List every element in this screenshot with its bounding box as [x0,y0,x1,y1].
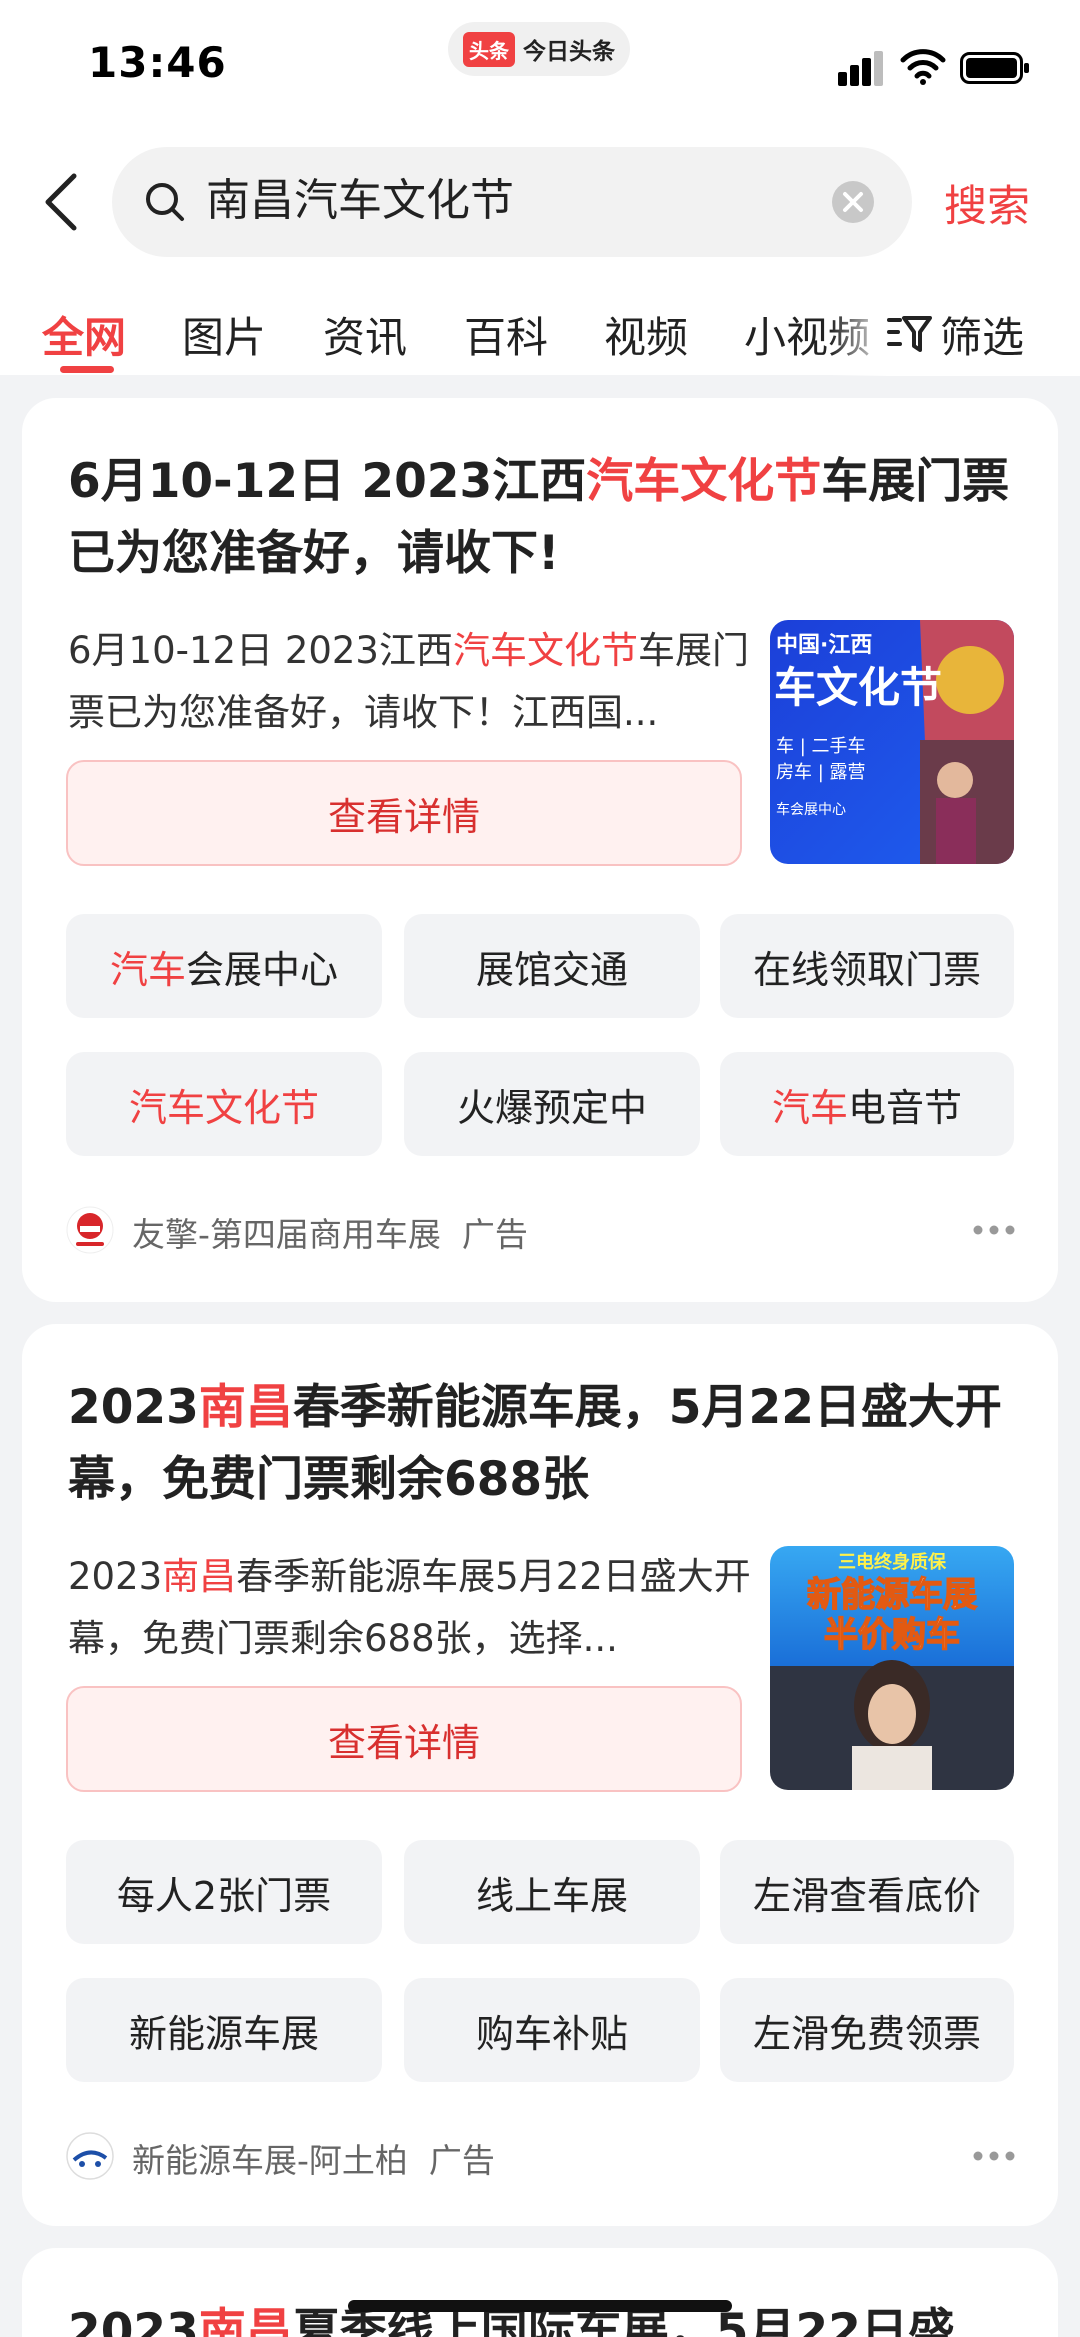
quick-link-chip[interactable]: 汽车 会展中心 [66,914,382,1018]
quick-link-chip[interactable]: 新能源车展 [66,1978,382,2082]
result-tabs: 全网 图片 资讯 百科 视频 小视频 筛选 [0,296,1080,376]
tab-encyclopedia[interactable]: 百科 [464,304,548,365]
quick-link-chip[interactable]: 左滑查看底价 [720,1840,1014,1944]
back-arrow-icon[interactable] [36,170,86,234]
advertiser-name[interactable]: 新能源车展-阿土柏 广告 [132,2134,495,2182]
search-input[interactable]: 南昌汽车文化节 [206,171,514,231]
ad-result-card[interactable]: 2023南昌春季新能源车展，5月22日盛大开幕，免费门票剩余688张 2023南… [22,1324,1058,2226]
result-snippet: 6月10-12日 2023江西汽车文化节车展门票已为您准备好，请收下！江西国..… [68,629,749,734]
cellular-signal-icon [838,51,883,86]
tab-videos[interactable]: 视频 [604,304,688,365]
search-icon [146,183,184,221]
more-options-icon[interactable] [972,2150,1016,2162]
app-source-pill[interactable]: 头条 今日头条 [448,22,630,76]
home-indicator[interactable] [348,2300,732,2312]
clear-search-icon[interactable] [830,179,876,225]
app-badge: 头条 [463,31,515,67]
result-thumbnail[interactable]: 三电终身质保 新能源车展 半价购车 [770,1546,1014,1790]
advertiser-logo-icon[interactable] [66,2132,114,2180]
svg-text:半价购车: 半价购车 [824,1615,960,1655]
status-time: 13:46 [88,38,227,87]
svg-text:三电终身质保: 三电终身质保 [838,1551,947,1573]
app-name: 今日头条 [523,39,615,65]
wifi-icon [900,49,946,85]
ad-label: 广告 [461,1215,528,1254]
filter-button[interactable]: 筛选 [886,296,1080,376]
result-snippet: 2023南昌春季新能源车展5月22日盛大开幕，免费门票剩余688张，选择... [68,1555,751,1660]
svg-text:中国·江西: 中国·江西 [776,633,872,658]
svg-text:车文化节: 车文化节 [774,663,942,712]
battery-icon [960,52,1029,84]
advertiser-name[interactable]: 友擎-第四届商用车展 广告 [132,1208,528,1256]
quick-link-chip[interactable]: 汽车 电音节 [720,1052,1014,1156]
quick-link-chip[interactable]: 展馆交通 [404,914,700,1018]
quick-link-chip[interactable]: 线上车展 [404,1840,700,1944]
quick-link-chip[interactable]: 购车补贴 [404,1978,700,2082]
view-details-button[interactable]: 查看详情 [66,760,742,866]
svg-text:车会展中心: 车会展中心 [776,801,846,818]
status-bar: 13:46 头条 今日头条 [0,0,1080,130]
tab-all-web[interactable]: 全网 [42,304,126,365]
more-options-icon[interactable] [972,1224,1016,1236]
advertiser-logo-icon[interactable] [66,1206,114,1254]
filter-label: 筛选 [940,313,1025,362]
search-box[interactable]: 南昌汽车文化节 [112,147,912,257]
ad-result-card[interactable]: 2023南昌夏季线上国际车展，5月22日盛 [22,2248,1058,2337]
top-header: 13:46 头条 今日头条 南昌汽车文化节 搜索 全网 图片 资讯 百科 视频 … [0,0,1080,376]
result-title[interactable]: 2023南昌春季新能源车展，5月22日盛大开幕，免费门票剩余688张 [68,1372,1018,1516]
result-title[interactable]: 6月10-12日 2023江西汽车文化节车展门票已为您准备好，请收下! [68,446,1018,590]
tab-images[interactable]: 图片 [182,304,266,365]
quick-link-chip[interactable]: 每人2张门票 [66,1840,382,1944]
tab-scroll-fade [830,296,890,376]
view-details-button[interactable]: 查看详情 [66,1686,742,1792]
quick-link-chip[interactable]: 汽车文化节 [66,1052,382,1156]
advertiser-row: 友擎-第四届商用车展 广告 [66,1202,1016,1262]
ad-result-card[interactable]: 6月10-12日 2023江西汽车文化节车展门票已为您准备好，请收下! 6月10… [22,398,1058,1302]
filter-icon [887,316,932,352]
svg-text:新能源车展: 新能源车展 [807,1575,977,1615]
svg-text:车 | 二手车: 车 | 二手车 [776,736,866,757]
svg-text:房车 | 露营: 房车 | 露营 [776,762,866,783]
quick-link-chip[interactable]: 火爆预定中 [404,1052,700,1156]
result-thumbnail[interactable]: 中国·江西 车文化节 车 | 二手车 房车 | 露营 车会展中心 [770,620,1014,864]
active-tab-indicator [60,366,114,373]
tab-news[interactable]: 资讯 [323,304,407,365]
advertiser-row: 新能源车展-阿土柏 广告 [66,2128,1016,2188]
quick-link-chip[interactable]: 在线领取门票 [720,914,1014,1018]
search-button[interactable]: 搜索 [944,172,1030,234]
quick-link-chip[interactable]: 左滑免费领票 [720,1978,1014,2082]
ad-label: 广告 [428,2141,495,2180]
